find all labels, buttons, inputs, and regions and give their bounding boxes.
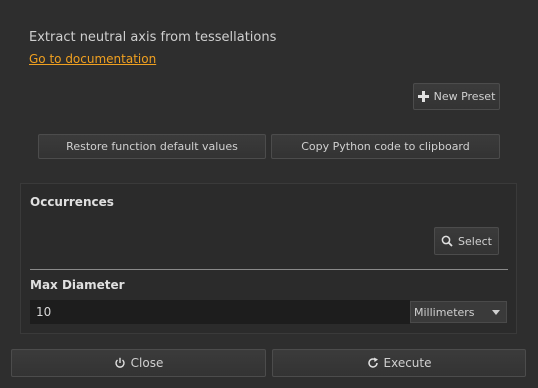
description-text: Extract neutral axis from tessellations xyxy=(29,30,277,45)
restore-defaults-label: Restore function default values xyxy=(66,140,238,153)
occurrences-title: Occurrences xyxy=(30,195,114,209)
new-preset-label: New Preset xyxy=(433,90,496,103)
parameters-panel: Occurrences Select Max Diameter Millimet… xyxy=(20,183,517,334)
power-icon xyxy=(114,357,126,369)
select-label: Select xyxy=(458,234,492,248)
close-label: Close xyxy=(130,356,164,370)
execute-label: Execute xyxy=(383,356,432,370)
max-diameter-title: Max Diameter xyxy=(30,278,125,292)
max-diameter-input[interactable] xyxy=(30,300,410,324)
restore-defaults-button[interactable]: Restore function default values xyxy=(38,134,266,159)
copy-python-label: Copy Python code to clipboard xyxy=(301,140,470,153)
plus-icon xyxy=(417,91,429,102)
copy-python-button[interactable]: Copy Python code to clipboard xyxy=(271,134,500,159)
select-button[interactable]: Select xyxy=(434,227,499,255)
close-button[interactable]: Close xyxy=(11,349,266,377)
documentation-link[interactable]: Go to documentation xyxy=(29,52,156,66)
magnifier-icon xyxy=(441,235,453,247)
new-preset-button[interactable]: New Preset xyxy=(413,83,500,110)
section-divider xyxy=(30,269,508,270)
chevron-down-icon xyxy=(492,310,500,315)
unit-dropdown-value: Millimeters xyxy=(414,305,475,319)
execute-button[interactable]: Execute xyxy=(272,349,526,377)
unit-dropdown[interactable]: Millimeters xyxy=(410,301,507,323)
refresh-icon xyxy=(367,357,379,369)
